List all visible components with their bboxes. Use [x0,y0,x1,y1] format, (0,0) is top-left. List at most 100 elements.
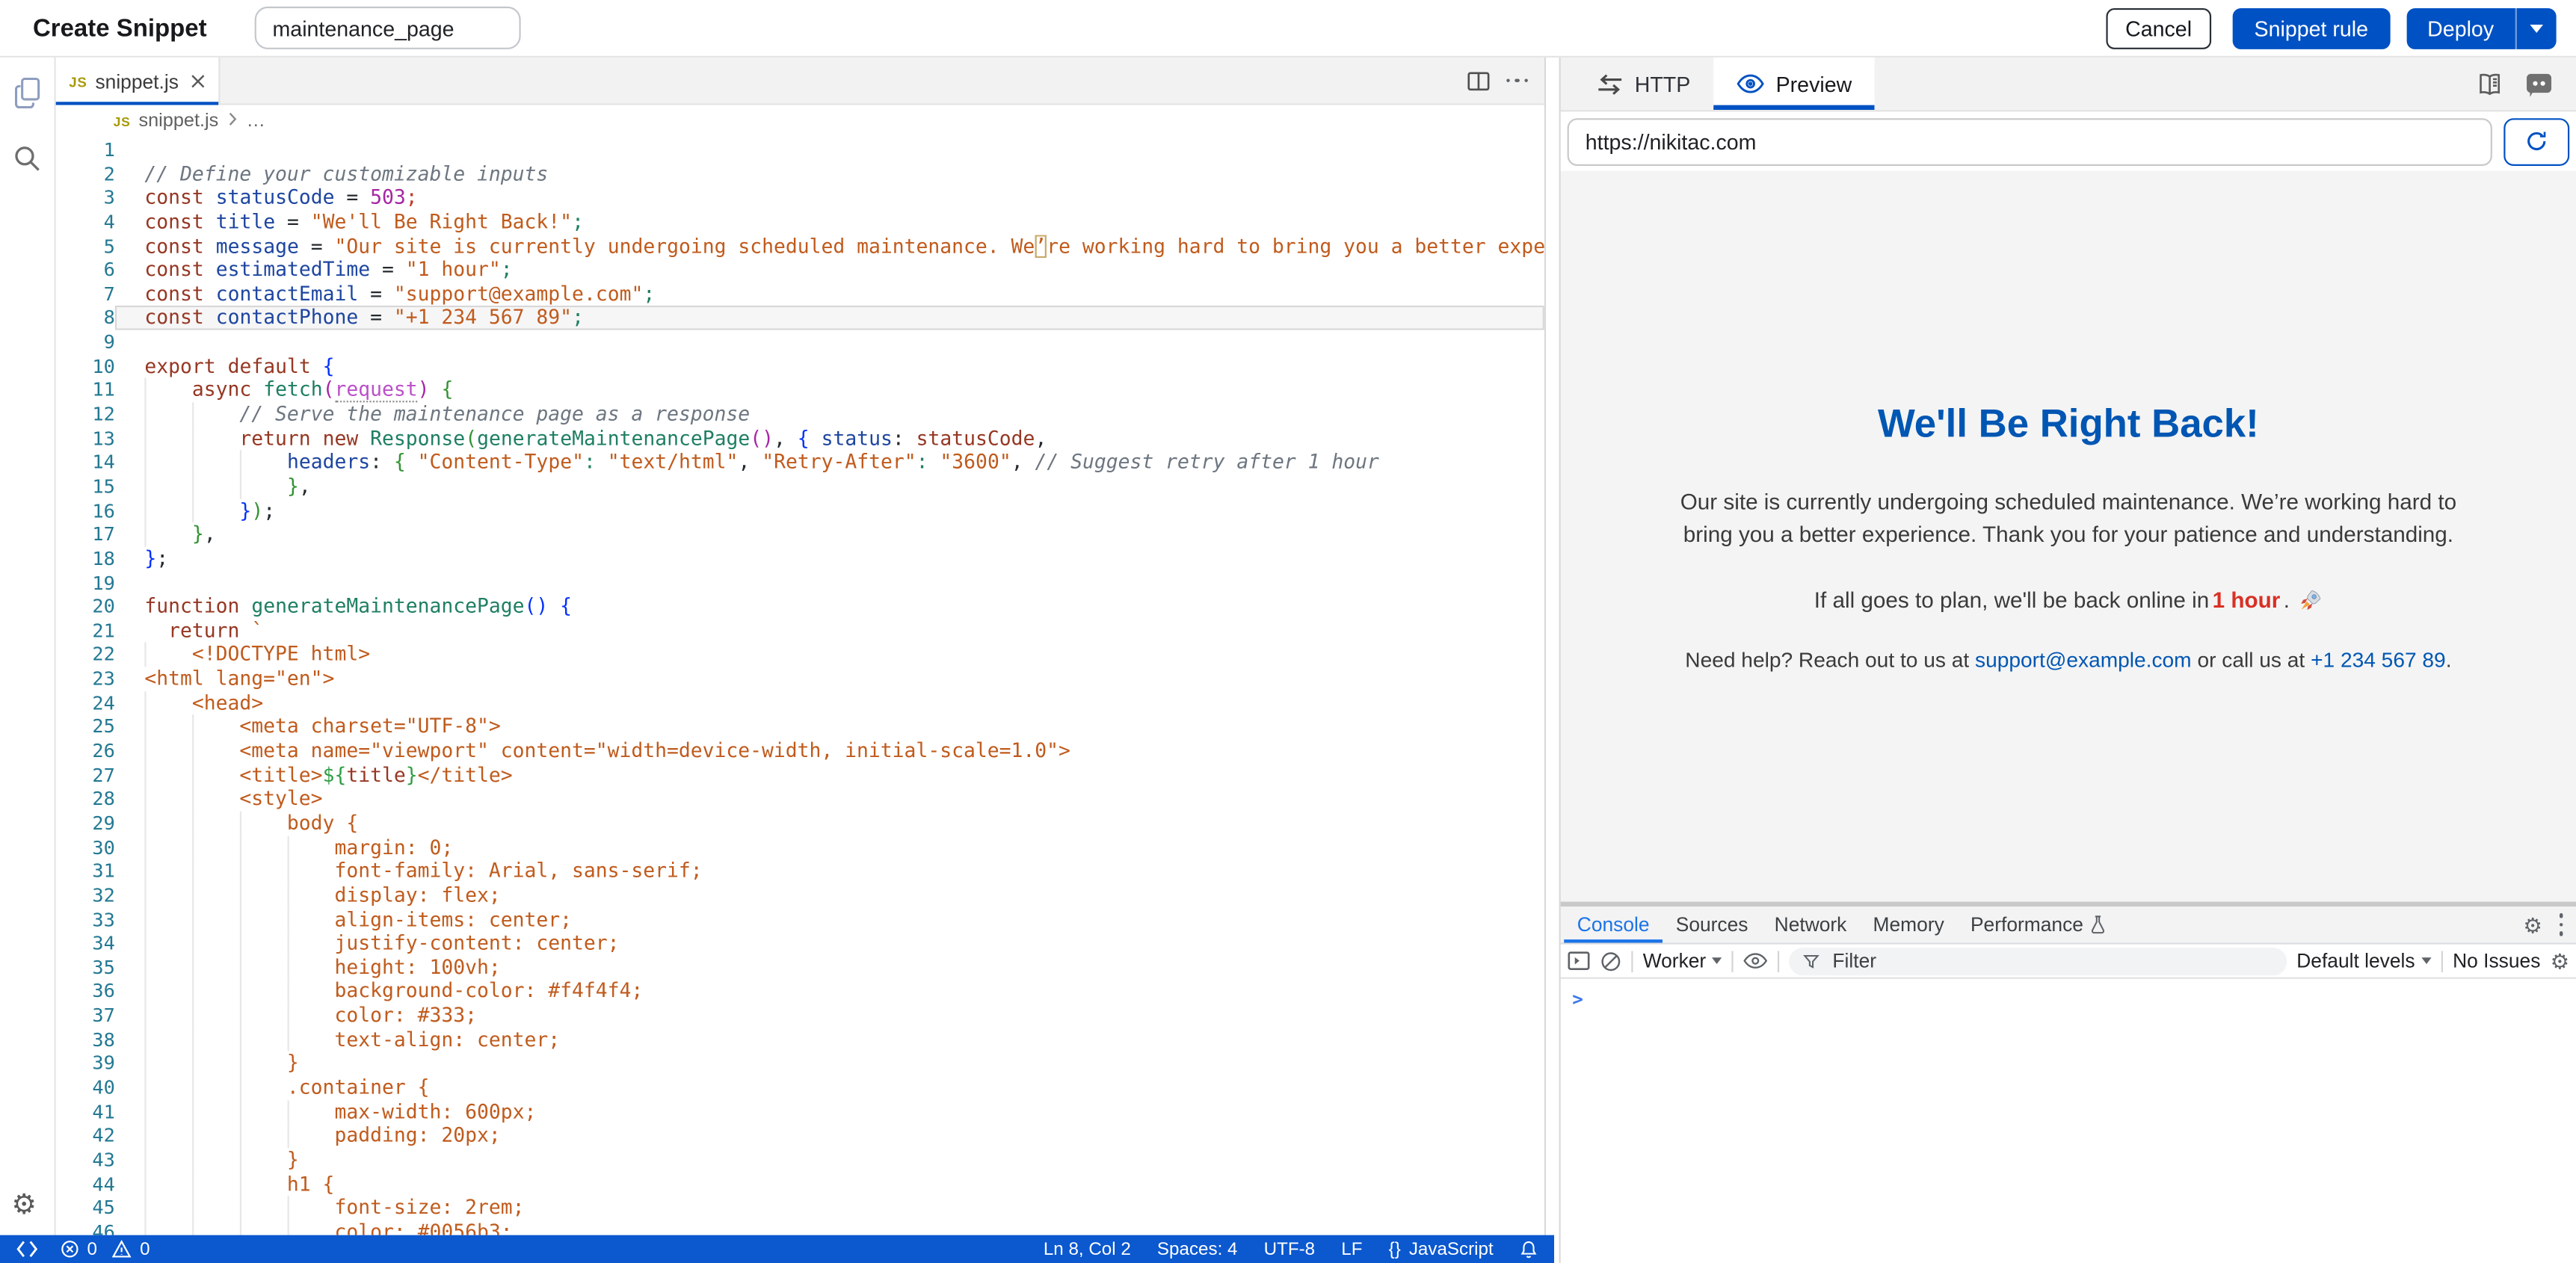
more-actions-icon[interactable] [1506,78,1528,82]
log-level-selector[interactable]: Default levels [2296,949,2431,972]
cursor-position[interactable]: Ln 8, Col 2 [1044,1239,1131,1259]
code-line-1[interactable]: 1 [56,138,1544,162]
breadcrumb-file[interactable]: snippet.js [138,111,218,131]
code-line-38[interactable]: 38 text-align: center; [56,1028,1544,1052]
js-file-icon: JS [69,73,87,90]
console-settings-icon[interactable]: ⚙ [2551,950,2570,972]
code-line-30[interactable]: 30 margin: 0; [56,836,1544,859]
code-line-11[interactable]: 11 async fetch(request) { [56,378,1544,402]
code-line-37[interactable]: 37 color: #333; [56,1004,1544,1028]
code-line-26[interactable]: 26 <meta name="viewport" content="width=… [56,739,1544,763]
code-line-15[interactable]: 15 }, [56,475,1544,498]
code-line-8[interactable]: 8const contactPhone = "+1 234 567 89"; [56,306,1544,330]
code-line-14[interactable]: 14 headers: { "Content-Type": "text/html… [56,451,1544,475]
code-line-33[interactable]: 33 align-items: center; [56,907,1544,931]
code-line-9[interactable]: 9 [56,330,1544,354]
settings-gear-icon[interactable]: ⚙ [11,1191,37,1218]
line-number: 22 [56,643,115,667]
execution-context-selector[interactable]: Worker [1643,949,1722,972]
code-line-19[interactable]: 19 [56,571,1544,595]
code-line-32[interactable]: 32 display: flex; [56,883,1544,907]
breadcrumb[interactable]: JS snippet.js … [56,105,1544,138]
code-line-5[interactable]: 5const message = "Our site is currently … [56,234,1544,258]
devtools-tab-network[interactable]: Network [1761,907,1860,942]
code-line-23[interactable]: 23<html lang="en"> [56,667,1544,691]
tab-snippet-js[interactable]: JS snippet.js [56,58,221,105]
code-line-2[interactable]: 2// Define your customizable inputs [56,162,1544,186]
code-line-13[interactable]: 13 return new Response(generateMaintenan… [56,427,1544,451]
deploy-dropdown-button[interactable] [2517,24,2557,32]
code-line-7[interactable]: 7const contactEmail = "support@example.c… [56,282,1544,306]
console-output[interactable]: > [1561,979,2576,1263]
search-icon[interactable] [11,143,43,174]
code-line-35[interactable]: 35 height: 100vh; [56,956,1544,980]
clear-console-icon[interactable] [1600,950,1622,972]
code-line-27[interactable]: 27 <title>${title}</title> [56,763,1544,787]
code-line-45[interactable]: 45 font-size: 2rem; [56,1196,1544,1220]
code-line-25[interactable]: 25 <meta charset="UTF-8"> [56,715,1544,739]
snippet-name-input[interactable] [254,7,520,49]
snippet-rule-button[interactable]: Snippet rule [2233,7,2390,49]
remote-indicator-icon[interactable] [16,1240,38,1258]
code-line-21[interactable]: 21 return ` [56,619,1544,643]
files-icon[interactable] [11,75,44,111]
language-mode[interactable]: {} JavaScript [1389,1239,1494,1259]
code-line-29[interactable]: 29 body { [56,812,1544,836]
line-number: 24 [56,691,115,715]
devtools-tab-sources[interactable]: Sources [1663,907,1761,942]
code-line-24[interactable]: 24 <head> [56,691,1544,715]
devtools-settings-icon[interactable]: ⚙ [2523,914,2542,936]
support-email-link[interactable]: support@example.com [1975,646,2192,671]
code-line-46[interactable]: 46 color: #0056b3; [56,1220,1544,1235]
code-line-16[interactable]: 16 }); [56,498,1544,522]
console-sidebar-toggle-icon[interactable] [1568,951,1591,970]
devtools-tab-memory[interactable]: Memory [1860,907,1957,942]
code-line-44[interactable]: 44 h1 { [56,1172,1544,1196]
breadcrumb-more[interactable]: … [247,111,265,131]
code-line-17[interactable]: 17 }, [56,522,1544,546]
code-line-3[interactable]: 3const statusCode = 503; [56,186,1544,210]
tab-preview[interactable]: Preview [1713,58,1875,110]
code-line-6[interactable]: 6const estimatedTime = "1 hour"; [56,258,1544,282]
code-line-34[interactable]: 34 justify-content: center; [56,931,1544,955]
code-line-22[interactable]: 22 <!DOCTYPE html> [56,643,1544,667]
refresh-button[interactable] [2503,117,2569,165]
code-line-40[interactable]: 40 .container { [56,1075,1544,1099]
eol-sequence[interactable]: LF [1341,1239,1362,1259]
code-line-4[interactable]: 4const title = "We'll Be Right Back!"; [56,210,1544,234]
issues-counter[interactable]: No Issues [2453,949,2540,972]
code-line-36[interactable]: 36 background-color: #f4f4f4; [56,980,1544,1004]
code-line-28[interactable]: 28 <style> [56,787,1544,811]
devtools-menu-icon[interactable] [2559,913,2563,936]
code-line-31[interactable]: 31 font-family: Arial, sans-serif; [56,859,1544,883]
close-tab-icon[interactable] [191,74,206,89]
deploy-split-button[interactable]: Deploy [2406,7,2557,49]
code-line-43[interactable]: 43 } [56,1148,1544,1172]
console-prompt[interactable]: > [1572,989,1583,1010]
code-line-20[interactable]: 20function generateMaintenancePage() { [56,595,1544,619]
split-editor-icon[interactable] [1466,70,1489,91]
filter-input[interactable] [1829,948,2273,974]
problems-indicator[interactable]: 0 0 [61,1239,150,1259]
code-line-41[interactable]: 41 max-width: 600px; [56,1100,1544,1124]
encoding[interactable]: UTF-8 [1264,1239,1316,1259]
code-line-10[interactable]: 10export default { [56,354,1544,378]
devtools-tab-console[interactable]: Console [1564,907,1663,942]
deploy-button[interactable]: Deploy [2406,16,2515,40]
code-line-18[interactable]: 18}; [56,547,1544,571]
live-expression-eye-icon[interactable] [1744,951,1769,970]
code-line-39[interactable]: 39 } [56,1052,1544,1075]
devtools-tab-performance[interactable]: Performance [1957,907,2119,942]
cancel-button[interactable]: Cancel [2106,7,2212,49]
notifications-bell-icon[interactable] [1520,1239,1538,1259]
phone-link[interactable]: +1 234 567 89 [2311,646,2446,671]
url-input[interactable] [1568,117,2492,165]
code-line-42[interactable]: 42 padding: 20px; [56,1124,1544,1148]
console-filter[interactable] [1790,947,2287,975]
discord-icon[interactable] [2525,72,2553,96]
docs-book-icon[interactable] [2476,72,2503,96]
code-line-12[interactable]: 12 // Serve the maintenance page as a re… [56,403,1544,427]
code-editor[interactable]: 12// Define your customizable inputs3con… [56,138,1544,1235]
tab-http[interactable]: HTTP [1574,58,1713,110]
indentation[interactable]: Spaces: 4 [1157,1239,1238,1259]
